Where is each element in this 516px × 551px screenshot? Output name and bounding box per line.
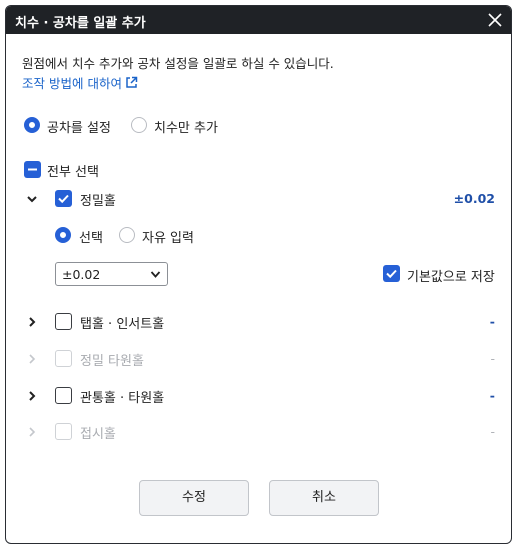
external-link-icon — [126, 76, 138, 88]
dialog: 치수 · 공차를 일괄 추가 원점에서 치수 추가와 공차 설정을 일괄로 하실… — [5, 5, 512, 544]
dialog-description: 원점에서 치수 추가와 공차 설정을 일괄로 하실 수 있습니다. — [22, 56, 334, 71]
item-countersink-hole-label: 접시홀 — [80, 427, 116, 442]
input-select-radio[interactable] — [55, 227, 71, 243]
save-default-checkbox[interactable] — [383, 265, 400, 282]
chevron-right-icon — [29, 427, 36, 437]
item-precision-oval-hole-checkbox — [55, 350, 72, 367]
item-through-oval-hole-label: 관통홀 · 타원홀 — [80, 391, 165, 406]
item-countersink-hole-checkbox — [55, 423, 72, 440]
tolerance-select[interactable]: ±0.02 — [55, 262, 168, 286]
item-tap-insert-hole-value: - — [489, 314, 495, 329]
item-countersink-hole-value: - — [490, 424, 495, 439]
mode-dimension-only-label: 치수만 추가 — [154, 121, 218, 136]
mode-tolerance-radio[interactable] — [24, 117, 40, 133]
chevron-down-icon — [150, 271, 161, 278]
input-free-label: 자유 입력 — [142, 231, 194, 246]
tolerance-select-value: ±0.02 — [62, 267, 101, 282]
ok-button[interactable]: 수정 — [139, 480, 249, 516]
item-through-oval-hole-value: - — [489, 388, 495, 403]
chevron-right-icon[interactable] — [26, 316, 38, 328]
mode-dimension-only-radio[interactable] — [131, 117, 147, 133]
save-default-label: 기본값으로 저장 — [407, 270, 495, 285]
item-precision-hole-checkbox[interactable] — [55, 190, 72, 207]
item-precision-hole-label: 정밀홀 — [80, 194, 116, 209]
cancel-button[interactable]: 취소 — [269, 480, 379, 516]
input-select-label: 선택 — [79, 231, 103, 246]
select-all-checkbox[interactable] — [24, 161, 41, 178]
dialog-title: 치수 · 공차를 일괄 추가 — [15, 16, 146, 31]
chevron-right-icon[interactable] — [26, 390, 38, 402]
mode-tolerance-label: 공차를 설정 — [47, 121, 111, 136]
title-bar: 치수 · 공차를 일괄 추가 — [6, 6, 511, 34]
item-precision-oval-hole-label: 정밀 타원홀 — [80, 354, 144, 369]
item-precision-hole-value: ±0.02 — [453, 191, 495, 206]
item-tap-insert-hole-checkbox[interactable] — [55, 313, 72, 330]
input-free-radio[interactable] — [119, 227, 135, 243]
chevron-down-icon[interactable] — [26, 193, 38, 205]
close-icon[interactable] — [485, 10, 505, 30]
select-all-label: 전부 선택 — [47, 165, 99, 180]
item-through-oval-hole-checkbox[interactable] — [55, 387, 72, 404]
help-link-label: 조작 방법에 대하여 — [22, 76, 122, 91]
chevron-right-icon — [29, 354, 36, 364]
item-precision-oval-hole-value: - — [490, 351, 495, 366]
help-link[interactable]: 조작 방법에 대하여 — [22, 73, 138, 92]
item-tap-insert-hole-label: 탭홀 · 인서트홀 — [80, 317, 165, 332]
